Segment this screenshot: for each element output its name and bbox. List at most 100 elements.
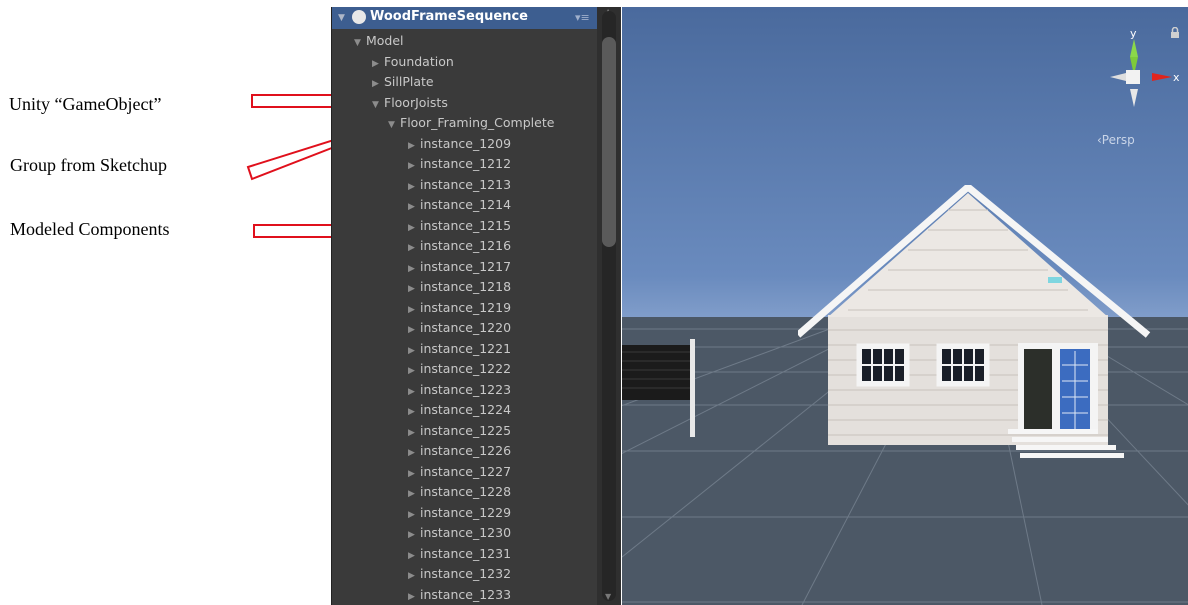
expand-arrow-icon[interactable]: ▶: [408, 136, 420, 156]
collapse-arrow-icon[interactable]: ▼: [338, 13, 345, 23]
hierarchy-item-label: instance_1233: [420, 586, 512, 602]
hierarchy-item[interactable]: ▶ instance_1227: [408, 462, 511, 482]
scrollbar[interactable]: ▲ ▼: [597, 7, 621, 605]
expand-arrow-icon[interactable]: ▶: [408, 361, 420, 381]
expand-arrow-icon[interactable]: ▶: [408, 197, 420, 217]
hierarchy-item[interactable]: ▶ instance_1220: [408, 318, 511, 338]
unity-logo-icon: [352, 10, 366, 24]
hierarchy-item-label: instance_1224: [420, 402, 512, 417]
collapse-arrow-icon[interactable]: ▼: [354, 33, 366, 53]
expand-arrow-icon[interactable]: ▶: [408, 505, 420, 525]
hierarchy-item[interactable]: ▶ instance_1229: [408, 503, 511, 523]
expand-arrow-icon[interactable]: ▶: [408, 382, 420, 402]
expand-arrow-icon[interactable]: ▶: [408, 464, 420, 484]
expand-arrow-icon[interactable]: ▶: [408, 320, 420, 340]
hierarchy-item[interactable]: ▶ instance_1226: [408, 441, 511, 461]
hierarchy-item-label: instance_1216: [420, 238, 512, 253]
expand-arrow-icon[interactable]: ▶: [372, 54, 384, 74]
menu-icon[interactable]: ▾≡: [575, 11, 590, 24]
hierarchy-item-label: Floor_Framing_Complete: [400, 115, 555, 130]
collapse-arrow-icon[interactable]: ▼: [388, 115, 400, 135]
gizmo-y-label: y: [1130, 27, 1137, 40]
lock-icon[interactable]: [1170, 27, 1180, 39]
hierarchy-item-label: instance_1219: [420, 299, 512, 315]
hierarchy-item-label: instance_1212: [420, 156, 512, 171]
hierarchy-item-label: SillPlate: [384, 74, 434, 89]
hierarchy-item[interactable]: ▶ instance_1219: [408, 298, 511, 318]
projection-label[interactable]: ‹Persp: [1097, 133, 1135, 147]
hierarchy-item-label: instance_1217: [420, 258, 512, 274]
annotation-gameobject: Unity “GameObject”: [9, 94, 162, 114]
expand-arrow-icon[interactable]: ▶: [408, 238, 420, 258]
hierarchy-item[interactable]: ▼ Floor_Framing_Complete: [388, 113, 554, 133]
hierarchy-item[interactable]: ▶ instance_1223: [408, 380, 511, 400]
hierarchy-item-label: instance_1225: [420, 422, 512, 438]
expand-arrow-icon[interactable]: ▶: [408, 484, 420, 504]
expand-arrow-icon[interactable]: ▶: [408, 423, 420, 443]
expand-arrow-icon[interactable]: ▶: [408, 525, 420, 545]
hierarchy-item[interactable]: ▶ instance_1209: [408, 134, 511, 154]
hierarchy-item-label: instance_1218: [420, 279, 512, 294]
expand-arrow-icon[interactable]: ▶: [408, 566, 420, 586]
hierarchy-item-label: instance_1228: [420, 484, 512, 499]
scene-gizmo-icon[interactable]: y x: [1092, 27, 1182, 147]
hierarchy-item-label: instance_1222: [420, 361, 512, 376]
scroll-thumb[interactable]: [602, 37, 616, 247]
hierarchy-item-label: instance_1232: [420, 566, 512, 581]
hierarchy-item-label: instance_1231: [420, 545, 512, 561]
collapse-arrow-icon[interactable]: ▼: [372, 95, 384, 115]
hierarchy-item[interactable]: ▶ instance_1224: [408, 400, 511, 420]
hierarchy-item[interactable]: ▶ instance_1231: [408, 544, 511, 564]
hierarchy-item[interactable]: ▶ instance_1215: [408, 216, 511, 236]
hierarchy-item[interactable]: ▶ instance_1218: [408, 277, 511, 297]
hierarchy-item-label: instance_1223: [420, 381, 512, 397]
hierarchy-item[interactable]: ▶ instance_1216: [408, 236, 511, 256]
expand-arrow-icon[interactable]: ▶: [408, 177, 420, 197]
hierarchy-item-label: Foundation: [384, 53, 454, 69]
hierarchy-item[interactable]: ▶ instance_1212: [408, 154, 511, 174]
hierarchy-item-label: instance_1221: [420, 340, 512, 356]
hierarchy-item-label: FloorJoists: [384, 94, 448, 110]
expand-arrow-icon[interactable]: ▶: [408, 587, 420, 605]
hierarchy-item[interactable]: ▶ instance_1232: [408, 564, 511, 584]
expand-arrow-icon[interactable]: ▶: [372, 74, 384, 94]
hierarchy-item[interactable]: ▶ instance_1228: [408, 482, 511, 502]
hierarchy-item-label: instance_1227: [420, 463, 512, 479]
hierarchy-item[interactable]: ▶ instance_1214: [408, 195, 511, 215]
expand-arrow-icon[interactable]: ▶: [408, 341, 420, 361]
scroll-down-icon[interactable]: ▼: [605, 592, 611, 601]
expand-arrow-icon[interactable]: ▶: [408, 402, 420, 422]
expand-arrow-icon[interactable]: ▶: [408, 443, 420, 463]
hierarchy-item[interactable]: ▶ instance_1233: [408, 585, 511, 605]
hierarchy-item[interactable]: ▶ instance_1221: [408, 339, 511, 359]
hierarchy-item[interactable]: ▼ Model: [354, 31, 404, 51]
hierarchy-item-label: instance_1209: [420, 135, 512, 151]
hierarchy-item[interactable]: ▶ instance_1222: [408, 359, 511, 379]
hierarchy-item-label: instance_1220: [420, 320, 512, 335]
annotation-group: Group from Sketchup: [10, 155, 167, 175]
hierarchy-item-label: instance_1213: [420, 176, 512, 192]
hierarchy-panel[interactable]: ▼ WoodFrameSequence ▾≡ ▼ Model ▶ Foundation…: [331, 7, 621, 605]
hierarchy-item[interactable]: ▶ SillPlate: [372, 72, 434, 92]
hierarchy-header[interactable]: ▼ WoodFrameSequence ▾≡: [332, 7, 597, 29]
expand-arrow-icon[interactable]: ▶: [408, 218, 420, 238]
hierarchy-item-label: Model: [366, 33, 404, 48]
expand-arrow-icon[interactable]: ▶: [408, 259, 420, 279]
expand-arrow-icon[interactable]: ▶: [408, 546, 420, 566]
scene-title: WoodFrameSequence: [370, 9, 528, 24]
hierarchy-item[interactable]: ▶ Foundation: [372, 52, 454, 72]
hierarchy-item-label: instance_1230: [420, 525, 512, 540]
hierarchy-item[interactable]: ▶ instance_1230: [408, 523, 511, 543]
house-model: [798, 185, 1151, 458]
hierarchy-item-label: instance_1229: [420, 504, 512, 520]
hierarchy-item-label: instance_1226: [420, 443, 512, 458]
expand-arrow-icon[interactable]: ▶: [408, 156, 420, 176]
expand-arrow-icon[interactable]: ▶: [408, 300, 420, 320]
wall-frame: [622, 339, 695, 437]
scene-view[interactable]: y x ‹Persp: [622, 7, 1188, 605]
hierarchy-item[interactable]: ▶ instance_1225: [408, 421, 511, 441]
hierarchy-item[interactable]: ▶ instance_1213: [408, 175, 511, 195]
hierarchy-item[interactable]: ▼ FloorJoists: [372, 93, 448, 113]
expand-arrow-icon[interactable]: ▶: [408, 279, 420, 299]
hierarchy-item[interactable]: ▶ instance_1217: [408, 257, 511, 277]
